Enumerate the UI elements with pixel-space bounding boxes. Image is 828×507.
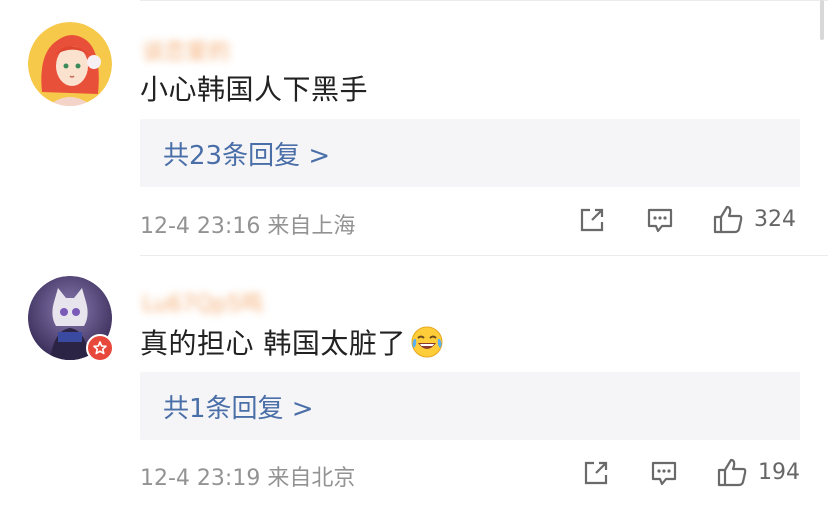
replies-box[interactable]: 共1条回复 > (140, 372, 800, 440)
comment-icon (647, 208, 673, 233)
laughing-tears-emoji-icon (411, 326, 443, 358)
scrollbar[interactable] (820, 0, 824, 40)
divider (140, 255, 828, 256)
username[interactable]: 谈恋爱的 (142, 34, 230, 65)
username[interactable]: Lu67Qp5鸣 (142, 286, 263, 317)
share-button[interactable] (578, 206, 606, 234)
share-button[interactable] (582, 459, 610, 487)
comment-text-content: 小心韩国人下黑手 (140, 73, 369, 106)
comment-button[interactable] (650, 459, 678, 487)
comment-icon (651, 461, 677, 486)
share-icon (584, 461, 608, 485)
comment-text: 真的担心 韩国太脏了 (140, 322, 444, 362)
verified-badge (86, 334, 114, 362)
share-icon (580, 208, 604, 232)
view-replies-link[interactable]: 共23条回复 > (163, 135, 330, 172)
avatar[interactable] (28, 22, 112, 106)
like-button[interactable]: 194 (716, 456, 800, 488)
view-replies-link[interactable]: 共1条回复 > (163, 388, 314, 425)
replies-box[interactable]: 共23条回复 > (140, 119, 800, 187)
comment-text-content: 真的担心 韩国太脏了 (140, 327, 406, 360)
like-button[interactable]: 324 (712, 203, 796, 235)
star-icon (93, 341, 107, 355)
thumbs-up-icon (713, 205, 743, 234)
thumbs-up-icon (717, 458, 747, 487)
comment-button[interactable] (646, 206, 674, 234)
comment-feed: 谈恋爱的 小心韩国人下黑手 共23条回复 > 12-4 23:16 来自上海 3… (0, 0, 828, 507)
comment-meta: 12-4 23:16 来自上海 (140, 214, 356, 239)
like-count: 194 (758, 459, 800, 485)
divider (140, 0, 828, 1)
like-count: 324 (754, 206, 796, 232)
comment-text: 小心韩国人下黑手 (140, 68, 368, 108)
comment-meta: 12-4 23:19 来自北京 (140, 466, 356, 491)
